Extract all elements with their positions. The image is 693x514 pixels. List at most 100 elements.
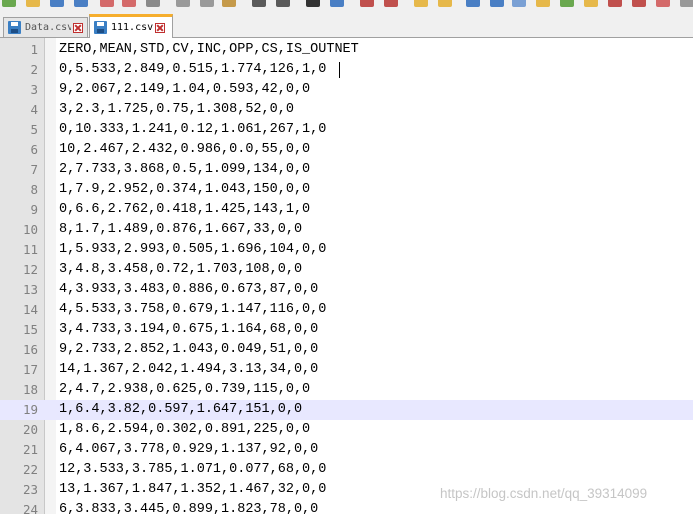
editor-line[interactable]: 3 9,2.067,2.149,1.04,0.593,42,0,0 <box>0 80 693 100</box>
editor-line[interactable]: 4 3,2.3,1.725,0.75,1.308,52,0,0 <box>0 100 693 120</box>
line-number: 4 <box>30 102 38 117</box>
editor-line[interactable]: 5 0,10.333,1.241,0.12,1.061,267,1,0 <box>0 120 693 140</box>
editor-line[interactable]: 19 1,6.4,3.82,0.597,1.647,151,0,0 <box>0 400 693 420</box>
line-number: 7 <box>30 162 38 177</box>
editor-line[interactable]: 16 9,2.733,2.852,1.043,0.049,51,0,0 <box>0 340 693 360</box>
toolbar-run-icon[interactable] <box>680 0 693 7</box>
line-number: 3 <box>30 82 38 97</box>
editor-line[interactable]: 14 4,5.533,3.758,0.679,1.147,116,0,0 <box>0 300 693 320</box>
editor-line[interactable]: 15 3,4.733,3.194,0.675,1.164,68,0,0 <box>0 320 693 340</box>
toolbar-undo-icon[interactable] <box>252 0 266 7</box>
toolbar-zoom-in-icon[interactable] <box>360 0 374 7</box>
line-text[interactable]: 10,2.467,2.432,0.986,0.0,55,0,0 <box>59 140 310 160</box>
toolbar-cut-icon[interactable] <box>176 0 190 7</box>
editor-line[interactable]: 24 6,3.833,3.445,0.899,1.823,78,0,0 <box>0 500 693 514</box>
editor-line[interactable]: 1 ZERO,MEAN,STD,CV,INC,OPP,CS,IS_OUTNET <box>0 40 693 60</box>
toolbar-sync-v-icon[interactable] <box>414 0 428 7</box>
toolbar-func-list-icon[interactable] <box>584 0 598 7</box>
tab-label: Data.csv <box>25 22 71 33</box>
toolbar-paste-icon[interactable] <box>222 0 236 7</box>
line-text[interactable]: 6,3.833,3.445,0.899,1.823,78,0,0 <box>59 500 318 514</box>
line-text[interactable]: 6,4.067,3.778,0.929,1.137,92,0,0 <box>59 440 318 460</box>
line-number: 1 <box>30 42 38 57</box>
toolbar-redo-icon[interactable] <box>276 0 290 7</box>
toolbar-open-icon[interactable] <box>26 0 40 7</box>
close-icon[interactable] <box>73 22 83 33</box>
line-text[interactable]: 4,5.533,3.758,0.679,1.147,116,0,0 <box>59 300 326 320</box>
toolbar-save-all-icon[interactable] <box>74 0 88 7</box>
toolbar-replace-icon[interactable] <box>330 0 344 7</box>
line-number: 15 <box>22 322 38 337</box>
text-cursor <box>339 62 340 78</box>
toolbar-indent-guide-icon[interactable] <box>512 0 526 7</box>
line-number: 8 <box>30 182 38 197</box>
save-icon <box>94 21 107 34</box>
line-number: 11 <box>22 242 38 257</box>
editor-line[interactable]: 20 1,8.6,2.594,0.302,0.891,225,0,0 <box>0 420 693 440</box>
text-editor[interactable]: 1 ZERO,MEAN,STD,CV,INC,OPP,CS,IS_OUTNET 2 0… <box>0 38 693 514</box>
line-text[interactable]: 2,7.733,3.868,0.5,1.099,134,0,0 <box>59 160 310 180</box>
line-text[interactable]: 14,1.367,2.042,1.494,3.13,34,0,0 <box>59 360 318 380</box>
line-number: 5 <box>30 122 38 137</box>
line-text[interactable]: 1,5.933,2.993,0.505,1.696,104,0,0 <box>59 240 326 260</box>
line-number: 17 <box>22 362 38 377</box>
editor-line[interactable]: 9 0,6.6,2.762,0.418,1.425,143,1,0 <box>0 200 693 220</box>
editor-line[interactable]: 8 1,7.9,2.952,0.374,1.043,150,0,0 <box>0 180 693 200</box>
line-number: 20 <box>22 422 38 437</box>
toolbar-stop-icon[interactable] <box>632 0 646 7</box>
tab-111-csv[interactable]: 111.csv <box>89 14 173 38</box>
toolbar <box>0 0 693 9</box>
line-number: 16 <box>22 342 38 357</box>
toolbar-close-icon[interactable] <box>100 0 114 7</box>
editor-line[interactable]: 7 2,7.733,3.868,0.5,1.099,134,0,0 <box>0 160 693 180</box>
editor-line[interactable]: 6 10,2.467,2.432,0.986,0.0,55,0,0 <box>0 140 693 160</box>
line-text[interactable]: 3,2.3,1.725,0.75,1.308,52,0,0 <box>59 100 294 120</box>
editor-line[interactable]: 22 12,3.533,3.785,1.071,0.077,68,0,0 <box>0 460 693 480</box>
toolbar-new-icon[interactable] <box>2 0 16 7</box>
toolbar-copy-icon[interactable] <box>200 0 214 7</box>
editor-line[interactable]: 11 1,5.933,2.993,0.505,1.696,104,0,0 <box>0 240 693 260</box>
editor-line[interactable]: 17 14,1.367,2.042,1.494,3.13,34,0,0 <box>0 360 693 380</box>
line-number: 9 <box>30 202 38 217</box>
toolbar-all-chars-icon[interactable] <box>490 0 504 7</box>
editor-lines: 1 ZERO,MEAN,STD,CV,INC,OPP,CS,IS_OUTNET 2 0… <box>0 40 693 514</box>
toolbar-doc-map-icon[interactable] <box>560 0 574 7</box>
toolbar-close-all-icon[interactable] <box>122 0 136 7</box>
toolbar-zoom-out-icon[interactable] <box>384 0 398 7</box>
line-text[interactable]: 8,1.7,1.489,0.876,1.667,33,0,0 <box>59 220 302 240</box>
line-text[interactable]: 12,3.533,3.785,1.071,0.077,68,0,0 <box>59 460 326 480</box>
close-icon[interactable] <box>155 22 166 33</box>
line-text[interactable]: 0,5.533,2.849,0.515,1.774,126,1,0 <box>59 60 326 80</box>
editor-line[interactable]: 21 6,4.067,3.778,0.929,1.137,92,0,0 <box>0 440 693 460</box>
line-text[interactable]: 9,2.067,2.149,1.04,0.593,42,0,0 <box>59 80 310 100</box>
line-text[interactable]: 0,10.333,1.241,0.12,1.061,267,1,0 <box>59 120 326 140</box>
toolbar-udl-icon[interactable] <box>536 0 550 7</box>
toolbar-print-icon[interactable] <box>146 0 160 7</box>
line-text[interactable]: 3,4.733,3.194,0.675,1.164,68,0,0 <box>59 320 318 340</box>
line-number: 23 <box>22 482 38 497</box>
line-text[interactable]: 1,8.6,2.594,0.302,0.891,225,0,0 <box>59 420 310 440</box>
toolbar-wrap-icon[interactable] <box>466 0 480 7</box>
tab-data-csv[interactable]: Data.csv <box>3 17 88 37</box>
editor-line[interactable]: 12 3,4.8,3.458,0.72,1.703,108,0,0 <box>0 260 693 280</box>
toolbar-playback-icon[interactable] <box>656 0 670 7</box>
editor-line[interactable]: 13 4,3.933,3.483,0.886,0.673,87,0,0 <box>0 280 693 300</box>
toolbar-save-icon[interactable] <box>50 0 64 7</box>
toolbar-find-icon[interactable] <box>306 0 320 7</box>
toolbar-sync-h-icon[interactable] <box>438 0 452 7</box>
line-text[interactable]: 1,6.4,3.82,0.597,1.647,151,0,0 <box>59 400 302 420</box>
line-text[interactable]: 13,1.367,1.847,1.352,1.467,32,0,0 <box>59 480 326 500</box>
line-text[interactable]: 0,6.6,2.762,0.418,1.425,143,1,0 <box>59 200 310 220</box>
line-text[interactable]: ZERO,MEAN,STD,CV,INC,OPP,CS,IS_OUTNET <box>59 40 359 60</box>
line-text[interactable]: 1,7.9,2.952,0.374,1.043,150,0,0 <box>59 180 310 200</box>
line-text[interactable]: 3,4.8,3.458,0.72,1.703,108,0,0 <box>59 260 302 280</box>
editor-line[interactable]: 18 2,4.7,2.938,0.625,0.739,115,0,0 <box>0 380 693 400</box>
tab-label: 111.csv <box>111 22 154 33</box>
editor-line[interactable]: 10 8,1.7,1.489,0.876,1.667,33,0,0 <box>0 220 693 240</box>
line-number: 19 <box>22 402 38 417</box>
line-text[interactable]: 4,3.933,3.483,0.886,0.673,87,0,0 <box>59 280 318 300</box>
editor-line[interactable]: 2 0,5.533,2.849,0.515,1.774,126,1,0 <box>0 60 693 80</box>
toolbar-record-icon[interactable] <box>608 0 622 7</box>
line-text[interactable]: 2,4.7,2.938,0.625,0.739,115,0,0 <box>59 380 310 400</box>
line-text[interactable]: 9,2.733,2.852,1.043,0.049,51,0,0 <box>59 340 318 360</box>
